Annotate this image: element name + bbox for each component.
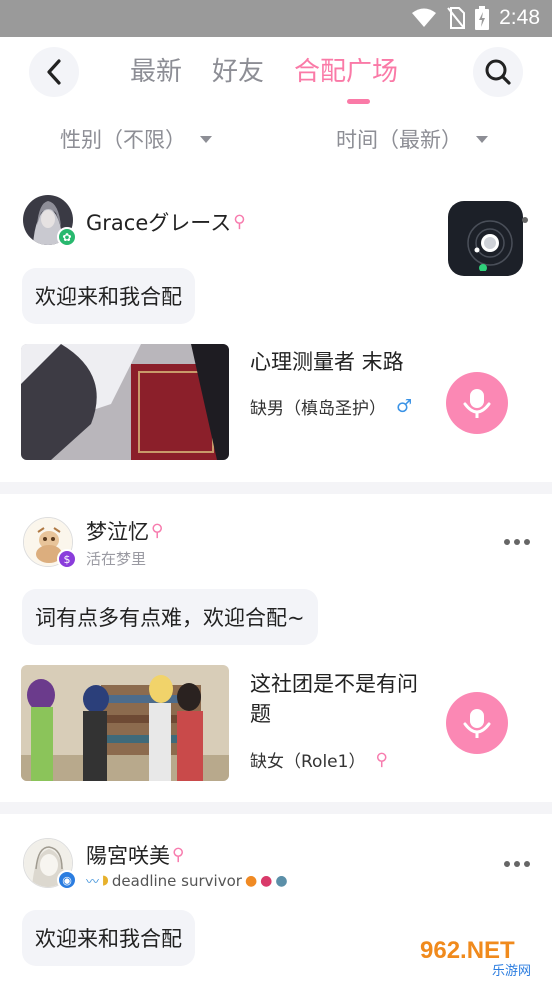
search-icon	[485, 59, 511, 85]
role-needed: 缺女（Role1） ⚲	[250, 747, 388, 773]
user-signature: 〰 ◗ deadline survivor ● ● ●	[86, 871, 288, 891]
female-icon: ⚲	[233, 212, 246, 232]
wifi-icon	[412, 8, 437, 27]
more-options-button[interactable]	[504, 539, 530, 545]
status-time: 2:48	[499, 6, 540, 29]
record-button[interactable]	[446, 372, 508, 434]
no-sim-icon	[447, 7, 466, 29]
back-button[interactable]	[29, 47, 79, 97]
search-button[interactable]	[473, 47, 523, 97]
battery-charging-icon	[475, 6, 490, 30]
male-icon: ♂	[396, 396, 413, 417]
microphone-icon	[463, 709, 491, 738]
tab-latest[interactable]: 最新	[130, 51, 182, 88]
drama-title: 心理测量者 末路	[250, 350, 404, 374]
microphone-icon	[463, 389, 491, 418]
message-bubble: 词有点多有点难，欢迎合配~	[22, 589, 318, 645]
message-text: 欢迎来和我合配	[35, 285, 182, 309]
female-icon: ⚲	[375, 749, 388, 770]
section-divider	[0, 802, 552, 814]
avatar[interactable]: ✿	[23, 195, 77, 247]
role-needed-text: 缺男（槙岛圣护）	[250, 399, 386, 419]
username[interactable]: 梦泣忆 ⚲	[86, 516, 163, 546]
dollar-badge-icon: $	[57, 549, 77, 569]
pumpkin-emoji-icon: ●	[244, 872, 258, 889]
status-icons: 2:48	[411, 6, 540, 30]
floating-player-button[interactable]	[448, 201, 523, 276]
site-watermark: 962.NET 乐游网	[414, 930, 550, 980]
filter-bar: 性别（不限） 时间（最新）	[0, 110, 552, 168]
female-icon: ⚲	[172, 845, 185, 865]
post-card[interactable]: $ 梦泣忆 ⚲ 活在梦里 词有点多有点难，欢迎合配~ 这社团是不是有问题 缺女（…	[0, 494, 552, 800]
drama-thumbnail[interactable]	[21, 344, 229, 460]
top-nav: 最新 好友 合配广场	[0, 37, 552, 109]
time-filter-label: 时间（最新）	[336, 128, 462, 152]
more-dot-icon	[522, 217, 528, 223]
signature-text: deadline survivor	[111, 871, 242, 890]
orbit-player-icon	[466, 219, 513, 271]
message-text: 欢迎来和我合配	[35, 927, 182, 951]
wave-emoji-icon: 〰	[86, 875, 100, 890]
watermark-main: 962.NET	[420, 937, 515, 964]
drama-title: 这社团是不是有问题	[250, 672, 418, 726]
tab-collab-square[interactable]: 合配广场	[294, 51, 398, 88]
drama-thumbnail[interactable]	[21, 665, 229, 781]
message-text: 词有点多有点难，欢迎合配~	[35, 606, 305, 630]
username-text: Graceグレース	[86, 211, 232, 235]
tab-bar: 最新 好友 合配广场	[130, 51, 398, 88]
star-badge-icon: ✿	[57, 227, 77, 247]
gender-filter[interactable]: 性别（不限）	[60, 124, 212, 154]
monster-emoji-icon: ●	[260, 872, 273, 889]
username[interactable]: 陽宮咲美 ⚲	[86, 840, 184, 870]
caret-down-icon	[200, 135, 212, 143]
avatar[interactable]: ◉	[23, 838, 77, 890]
gender-filter-label: 性别（不限）	[60, 128, 186, 152]
message-bubble: 欢迎来和我合配	[22, 268, 195, 324]
caret-down-icon	[476, 135, 488, 143]
role-needed: 缺男（槙岛圣护） ♂	[250, 394, 412, 419]
section-divider	[0, 482, 552, 494]
record-button[interactable]	[446, 692, 508, 754]
username-text: 梦泣忆	[86, 520, 149, 544]
active-tab-indicator	[347, 99, 370, 104]
username[interactable]: Graceグレース ⚲	[86, 207, 246, 237]
chevron-left-icon	[47, 59, 61, 85]
role-needed-text: 缺女（Role1）	[250, 752, 366, 772]
user-signature: 活在梦里	[86, 550, 147, 568]
username-text: 陽宮咲美	[86, 844, 170, 868]
more-options-button[interactable]	[504, 861, 530, 867]
message-bubble: 欢迎来和我合配	[22, 910, 195, 966]
verified-badge-icon: ◉	[57, 870, 77, 890]
status-bar: 2:48	[0, 0, 552, 37]
ghost-emoji-icon: ●	[275, 872, 288, 889]
time-filter[interactable]: 时间（最新）	[336, 124, 488, 154]
watermark-sub: 乐游网	[492, 964, 531, 979]
female-icon: ⚲	[151, 521, 164, 541]
avatar[interactable]: $	[23, 517, 77, 569]
banana-emoji-icon: ◗	[102, 873, 109, 888]
tab-friends[interactable]: 好友	[212, 51, 264, 88]
